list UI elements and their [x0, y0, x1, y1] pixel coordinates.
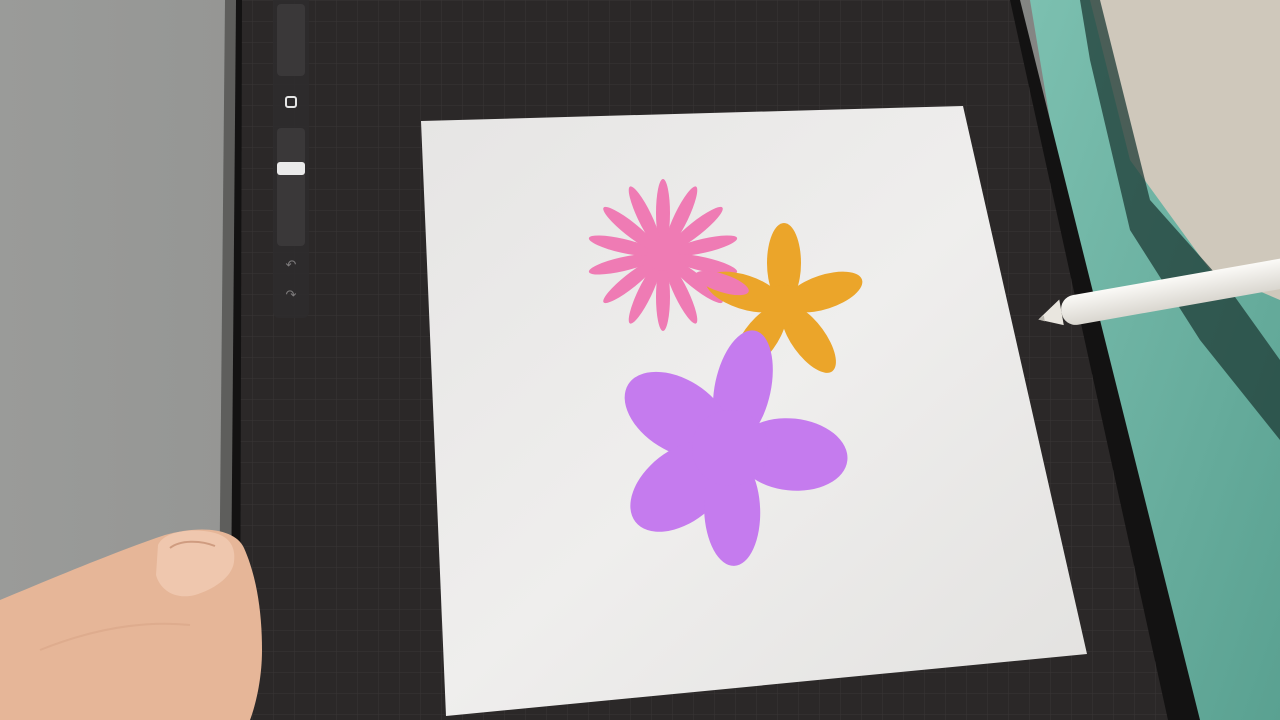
opacity-slider[interactable]	[277, 128, 305, 246]
brush-sidebar: ↶ ↷	[273, 0, 309, 318]
opacity-slider-handle[interactable]	[277, 162, 305, 175]
square-outline-icon[interactable]	[285, 96, 297, 108]
undo-arrow-icon[interactable]: ↶	[282, 258, 300, 274]
scene-drawing	[0, 0, 1280, 720]
redo-arrow-icon[interactable]: ↷	[282, 288, 300, 304]
photo-scene: ↶ ↷	[0, 0, 1280, 720]
brush-size-slider[interactable]	[277, 4, 305, 76]
